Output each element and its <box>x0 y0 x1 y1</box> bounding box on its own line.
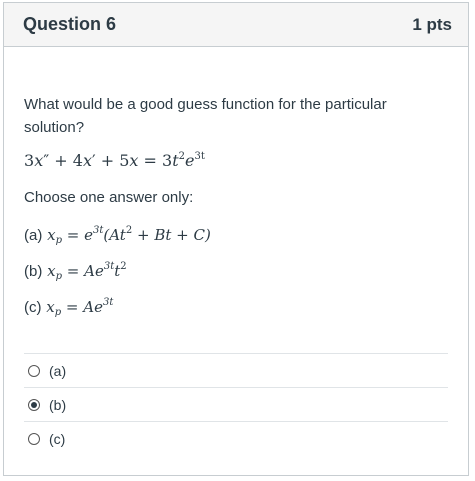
eq-plus-4: + 4 <box>49 151 83 170</box>
formula-term: Ae <box>83 298 103 316</box>
answer-option-b[interactable]: (b) <box>24 387 448 421</box>
answer-option-c[interactable]: (c) <box>24 421 448 455</box>
option-label: (a) <box>24 227 43 244</box>
eq-exp-3t: 3t <box>194 151 205 162</box>
formula-exp: 3t <box>102 297 114 308</box>
radio-selected-dot <box>31 401 37 408</box>
formula-exp: 3t <box>103 261 115 272</box>
formula-eq: = <box>62 226 85 244</box>
radio-button[interactable] <box>28 432 40 445</box>
radio-button[interactable] <box>28 364 40 377</box>
formula-term: + Bt + C) <box>132 226 211 244</box>
answer-label[interactable]: (b) <box>49 397 66 413</box>
option-a-formula: (a) xp = e3t(At2 + Bt + C) <box>24 223 448 248</box>
radio-button[interactable] <box>28 398 40 411</box>
question-prompt: What would be a good guess function for … <box>24 96 387 136</box>
formula-term: (At <box>103 226 126 244</box>
formula-term: e <box>84 226 93 244</box>
option-b-formula: (b) xp = Ae3tt2 <box>24 259 448 284</box>
eq-equals-3: = 3 <box>138 151 173 170</box>
eq-plus-5: + 5 <box>95 151 130 170</box>
formula-var: x <box>47 262 56 280</box>
formula-term: Ae <box>84 262 104 280</box>
option-label: (b) <box>24 263 43 280</box>
answer-label[interactable]: (c) <box>49 431 65 447</box>
differential-equation: 3x″ + 4x′ + 5x = 3t2e3t <box>24 149 448 173</box>
answer-list: (a) (b) (c) <box>24 353 448 455</box>
instruction-text: Choose one answer only: <box>24 189 194 206</box>
answer-option-a[interactable]: (a) <box>24 353 448 387</box>
eq-var-x: x <box>82 151 92 170</box>
eq-var-x: x <box>34 151 44 170</box>
formula-var: x <box>46 298 55 316</box>
option-c-formula: (c) xp = Ae3t <box>24 295 448 320</box>
question-points: 1 pts <box>412 14 452 34</box>
question-header: Question 6 1 pts <box>4 3 468 47</box>
question-title: Question 6 <box>23 14 117 34</box>
eq-coef-3: 3 <box>24 151 35 170</box>
question-card: Question 6 1 pts What would be a good gu… <box>3 2 469 476</box>
formula-eq: = <box>62 262 85 280</box>
formula-exp: 3t <box>93 225 104 236</box>
answer-label[interactable]: (a) <box>49 363 66 379</box>
formula-var: x <box>47 226 56 244</box>
question-body: What would be a good guess function for … <box>4 93 468 320</box>
formula-eq: = <box>61 298 84 316</box>
option-label: (c) <box>24 299 42 316</box>
formula-exp: 2 <box>120 261 127 272</box>
